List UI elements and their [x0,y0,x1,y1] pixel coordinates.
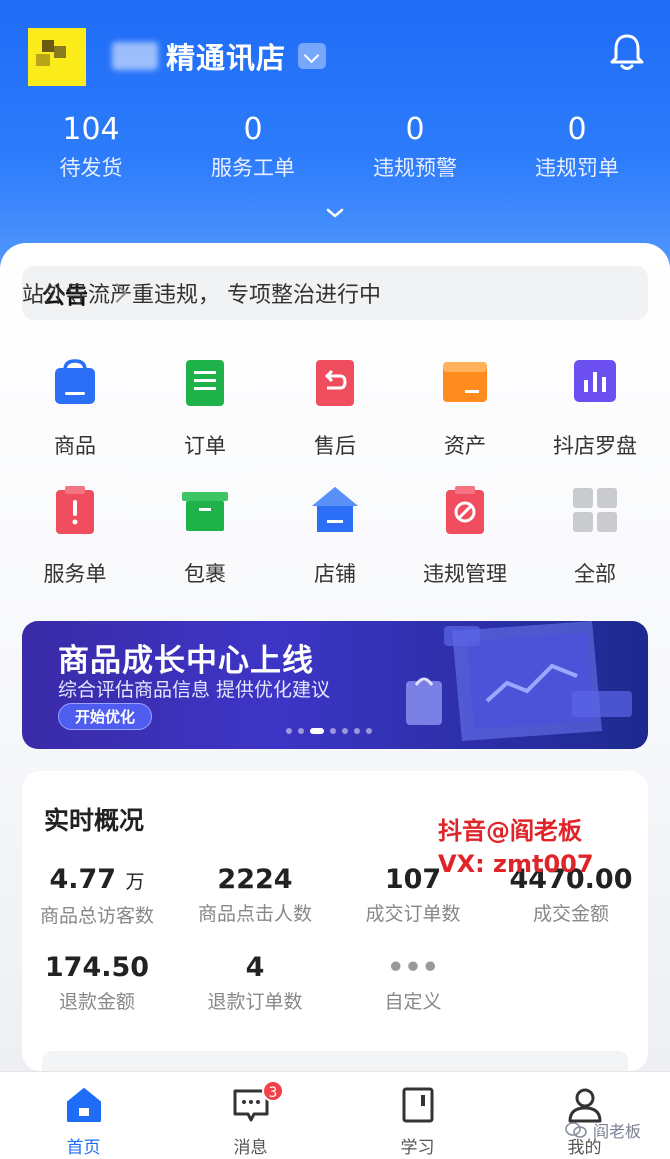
stat-violation-penalties[interactable]: 0 违规罚单 [496,110,658,186]
stat-violation-warnings[interactable]: 0 违规预警 [334,110,496,186]
watermark-text: 抖音@阎老板 VX: zmt007 [438,817,594,878]
shop-name: 精通讯店 [166,41,287,75]
bell-icon[interactable] [605,30,649,74]
shortcut-service-orders[interactable]: 服务单 [10,484,140,612]
book-icon [402,1087,433,1123]
shop-logo[interactable] [28,28,86,86]
shortcut-compass[interactable]: 抖店罗盘 [530,356,660,484]
banner-dot[interactable] [354,728,360,734]
banner-dot[interactable] [298,728,304,734]
banner-dot[interactable] [286,728,292,734]
shortcut-orders[interactable]: 订单 [140,356,270,484]
tab-profile[interactable]: 我的 [501,1072,668,1159]
shortcut-grid: 商品 订单 售后 资产 抖店罗盘 服务单 包裹 店铺 违规管理 全部 [10,356,660,612]
shopping-bag-icon [55,359,95,404]
wallet-icon [443,362,487,402]
after-sale-icon [316,360,354,406]
announcement-text: 站外导流严重违规， 专项整治进行中 [22,283,381,308]
banner-dot[interactable] [366,728,372,734]
chart-compass-icon [574,360,616,402]
start-optimize-button[interactable]: 开始优化 [58,703,153,730]
banner-dot[interactable] [330,728,336,734]
tab-learn[interactable]: 学习 [334,1072,501,1159]
unread-badge: 3 [262,1080,284,1102]
metric-refund-amount[interactable]: 174.50 退款金额 [22,951,172,1014]
all-grid-icon [573,488,617,532]
wechat-watermark: 阎老板 [565,1118,641,1142]
shop-switcher[interactable]: 精通讯店 [112,36,327,76]
banner-dot-active[interactable] [310,728,324,734]
banner-title: 商品成长中心上线 [58,643,314,679]
metric-visitors[interactable]: 4.77 万 商品总访客数 [22,863,172,928]
tab-messages[interactable]: 3 消息 [167,1072,334,1159]
shortcut-assets[interactable]: 资产 [400,356,530,484]
stat-service-tickets[interactable]: 0 服务工单 [172,110,334,186]
shortcut-after-sales[interactable]: 售后 [270,356,400,484]
shortcut-packages[interactable]: 包裹 [140,484,270,612]
stat-pending-shipment[interactable]: 104 待发货 [10,110,172,186]
metric-clicks[interactable]: 2224 商品点击人数 [180,863,330,926]
shortcut-products[interactable]: 商品 [10,356,140,484]
tab-home[interactable]: 首页 [0,1072,167,1159]
shortcut-all[interactable]: 全部 [530,484,660,612]
banner-subtitle: 综合评估商品信息 提供优化建议 [58,679,331,701]
banner-pagination [286,728,372,734]
realtime-title: 实时概况 [44,806,145,835]
chevron-down-icon[interactable] [298,43,327,69]
home-icon [66,1088,101,1122]
order-stats: 104 待发货 0 服务工单 0 违规预警 0 违规罚单 [10,110,660,186]
metric-refund-orders[interactable]: 4 退款订单数 [180,951,330,1014]
shortcut-violations[interactable]: 违规管理 [400,484,530,612]
banner-dot[interactable] [342,728,348,734]
shortcut-store[interactable]: 店铺 [270,484,400,612]
promo-banner[interactable]: 商品成长中心上线 综合评估商品信息 提供优化建议 开始优化 [22,621,648,749]
order-clipboard-icon [186,360,224,406]
service-alert-icon [56,486,94,534]
metric-customize[interactable]: ••• 自定义 [338,951,488,1014]
dashboard-illustration [406,621,632,741]
expand-chevron-icon[interactable] [322,204,348,222]
violation-icon [446,486,484,534]
bottom-tab-bar: 首页 3 消息 学习 我的 [0,1071,670,1159]
store-house-icon [312,487,358,532]
blurred-shop-name [112,42,158,70]
wechat-icon [565,1122,587,1138]
announcement-bar[interactable]: 公告 站外导流严重违规， 专项整治进行中 [22,266,648,320]
package-box-icon [182,492,228,531]
